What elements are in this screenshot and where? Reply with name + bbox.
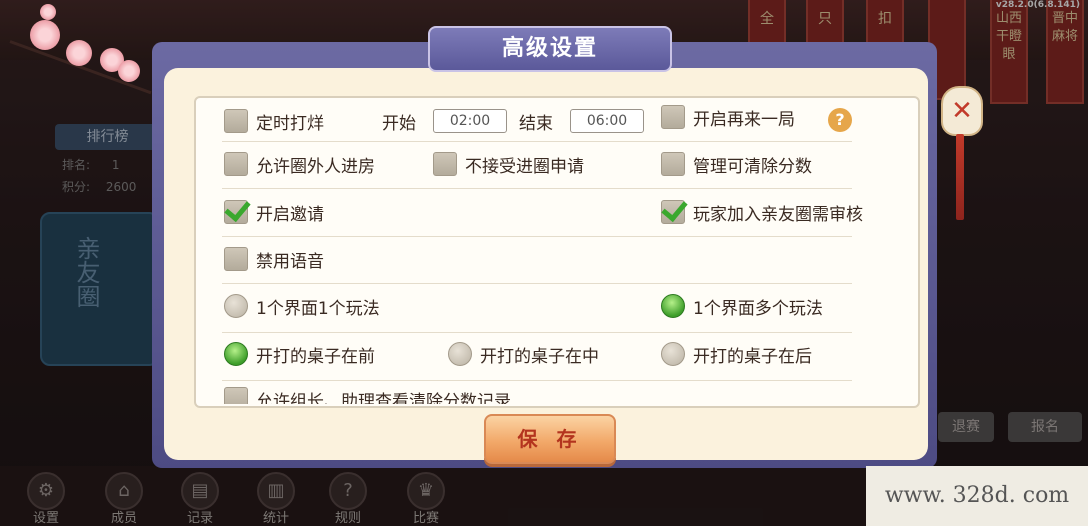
row-divider [222,141,852,142]
table-back-label: 开打的桌子在后 [693,346,812,367]
view-clear-record-label: 允许组长、助理查看清除分数记录 [256,391,511,405]
table-middle-label: 开打的桌子在中 [480,346,599,367]
row-divider [222,188,852,189]
blossom-decoration [40,4,56,20]
multi-mode-radio[interactable] [661,294,685,318]
watermark: www. 328d. com [866,466,1088,526]
blossom-decoration [30,20,60,50]
help-icon[interactable]: ? [828,108,852,132]
disable-voice-option[interactable]: 禁用语音 [224,246,324,272]
clip-region: 允许组长、助理查看清除分数记录 [194,382,916,404]
reject-join-option[interactable]: 不接受进圈申请 [433,151,584,177]
dialog-title: 高级设置 [428,26,672,72]
enable-invite-label: 开启邀请 [256,204,324,225]
admin-clear-score-checkbox[interactable] [661,152,685,176]
save-button[interactable]: 保 存 [484,414,616,464]
end-label: 结束 [519,113,553,134]
timed-close-label: 定时打烊 [256,113,324,134]
start-time-input[interactable]: 02:00 [433,109,507,133]
allow-outsiders-label: 允许圈外人进房 [256,156,375,177]
join-review-label: 玩家加入亲友圈需审核 [693,204,863,225]
table-front-option[interactable]: 开打的桌子在前 [224,341,375,367]
disable-voice-label: 禁用语音 [256,251,324,272]
timed-close-option[interactable]: 定时打烊 [224,108,324,134]
blossom-decoration [118,60,140,82]
join-review-checkbox[interactable] [661,200,685,224]
lantern-tassel [956,134,964,220]
table-middle-radio[interactable] [448,342,472,366]
allow-outsiders-option[interactable]: 允许圈外人进房 [224,151,375,177]
reject-join-checkbox[interactable] [433,152,457,176]
table-back-option[interactable]: 开打的桌子在后 [661,341,812,367]
row-divider [222,236,852,237]
play-again-label: 开启再来一局 [693,109,795,130]
enable-invite-option[interactable]: 开启邀请 [224,199,324,225]
table-back-radio[interactable] [661,342,685,366]
reject-join-label: 不接受进圈申请 [465,156,584,177]
row-divider [222,332,852,333]
join-review-option[interactable]: 玩家加入亲友圈需审核 [661,199,863,225]
start-label: 开始 [382,113,416,134]
row-divider [222,283,852,284]
view-clear-record-checkbox[interactable] [224,387,248,404]
end-time-input[interactable]: 06:00 [570,109,644,133]
close-button[interactable]: ✕ [941,86,983,136]
disable-voice-checkbox[interactable] [224,247,248,271]
view-clear-record-option[interactable]: 允许组长、助理查看清除分数记录 [224,386,511,404]
play-again-option[interactable]: 开启再来一局 [661,104,795,130]
multi-mode-option[interactable]: 1个界面多个玩法 [661,293,823,319]
table-front-label: 开打的桌子在前 [256,346,375,367]
close-icon: ✕ [951,96,973,126]
one-mode-option[interactable]: 1个界面1个玩法 [224,293,380,319]
allow-outsiders-checkbox[interactable] [224,152,248,176]
enable-invite-checkbox[interactable] [224,200,248,224]
one-mode-label: 1个界面1个玩法 [256,298,380,319]
admin-clear-score-option[interactable]: 管理可清除分数 [661,151,812,177]
admin-clear-score-label: 管理可清除分数 [693,156,812,177]
play-again-checkbox[interactable] [661,105,685,129]
multi-mode-label: 1个界面多个玩法 [693,298,823,319]
timed-close-checkbox[interactable] [224,109,248,133]
one-mode-radio[interactable] [224,294,248,318]
blossom-decoration [66,40,92,66]
table-front-radio[interactable] [224,342,248,366]
table-middle-option[interactable]: 开打的桌子在中 [448,341,599,367]
row-divider [222,380,852,381]
